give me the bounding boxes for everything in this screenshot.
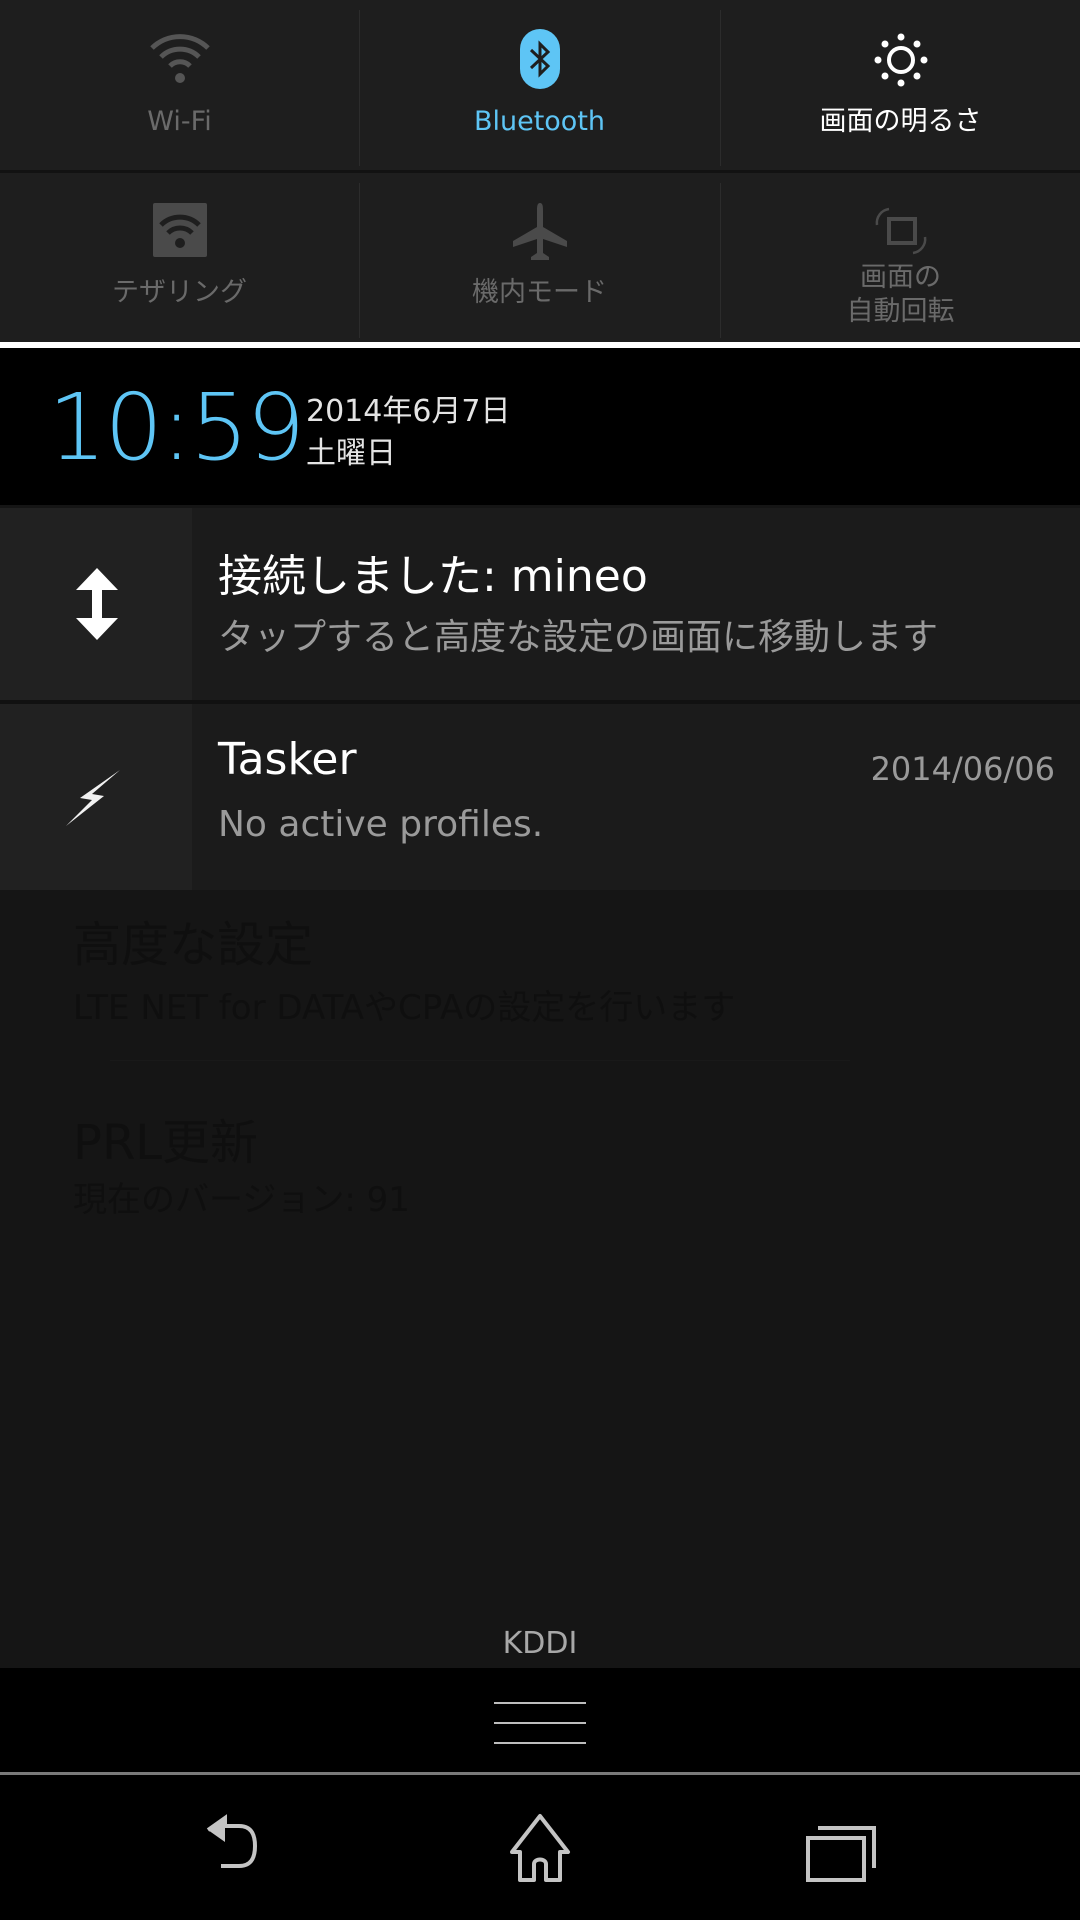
home-button[interactable] xyxy=(480,1800,600,1900)
auto-rotate-icon xyxy=(875,207,926,255)
notification-icon-area xyxy=(0,508,192,700)
data-transfer-icon xyxy=(76,568,118,640)
clock-date[interactable]: 2014年6月7日 xyxy=(306,386,511,430)
panel-drag-handle[interactable] xyxy=(0,1668,1080,1772)
bluetooth-tile[interactable]: Bluetooth xyxy=(360,0,719,170)
auto-rotate-label-line2: 自動回転 xyxy=(846,296,955,327)
ghost-divider xyxy=(110,1060,850,1061)
airplane-mode-label: 機内モード xyxy=(472,277,607,308)
airplane-mode-tile[interactable]: 機内モード xyxy=(360,173,719,342)
notification-tasker[interactable]: Tasker 2014/06/06 No active profiles. xyxy=(0,704,1080,890)
auto-rotate-tile[interactable]: 画面の 自動回転 xyxy=(721,173,1080,342)
handle-line xyxy=(494,1742,586,1744)
airplane-icon xyxy=(512,203,567,260)
notification-text: タップすると高度な設定の画面に移動します xyxy=(218,617,939,658)
wifi-tile[interactable]: Wi-Fi xyxy=(0,0,359,170)
tethering-icon xyxy=(152,203,207,257)
wifi-label: Wi-Fi xyxy=(147,106,212,137)
brightness-label: 画面の明るさ xyxy=(819,106,982,137)
bluetooth-label: Bluetooth xyxy=(473,106,606,137)
clock-time[interactable]: 10:59 xyxy=(48,374,305,481)
tethering-label: テザリング xyxy=(112,277,247,308)
wifi-icon xyxy=(149,34,210,83)
clock-weekday: 土曜日 xyxy=(306,436,396,471)
ghost-setting-title: PRL更新 xyxy=(73,1115,259,1171)
tethering-tile[interactable]: テザリング xyxy=(0,173,359,342)
back-icon xyxy=(206,1814,258,1868)
recents-icon xyxy=(806,1826,876,1882)
ghost-setting-summary: LTE NET for DATAやCPAの設定を行います xyxy=(73,988,736,1028)
ghost-setting-title: 高度な設定 xyxy=(73,917,314,973)
tasker-bolt-icon xyxy=(66,770,120,826)
back-button[interactable] xyxy=(181,1800,301,1900)
quick-settings-row-1: Wi-Fi Bluetooth 画面の明るさ xyxy=(0,0,1080,170)
carrier-label: KDDI xyxy=(502,1626,578,1661)
quick-settings-row-2: テザリング 機内モード 画面の 自動回転 xyxy=(0,173,1080,342)
handle-line xyxy=(494,1702,586,1704)
notification-mineo[interactable]: 接続しました: mineo タップすると高度な設定の画面に移動します xyxy=(0,508,1080,700)
recents-button[interactable] xyxy=(780,1800,900,1900)
bluetooth-icon xyxy=(519,29,560,89)
handle-line xyxy=(494,1722,586,1724)
ghost-setting-summary: 現在のバージョン: 91 xyxy=(73,1180,410,1220)
notification-icon-area xyxy=(0,704,192,890)
auto-rotate-label-line1: 画面の xyxy=(860,262,941,293)
notification-title: 接続しました: mineo xyxy=(218,551,648,602)
notification-text: No active profiles. xyxy=(218,804,544,845)
brightness-tile[interactable]: 画面の明るさ xyxy=(721,0,1080,170)
clock-header: 10:59 2014年6月7日 土曜日 xyxy=(0,348,1080,505)
home-icon xyxy=(510,1814,570,1882)
brightness-icon xyxy=(874,33,927,87)
notification-time: 2014/06/06 xyxy=(870,750,1055,788)
notification-title: Tasker xyxy=(218,734,357,785)
